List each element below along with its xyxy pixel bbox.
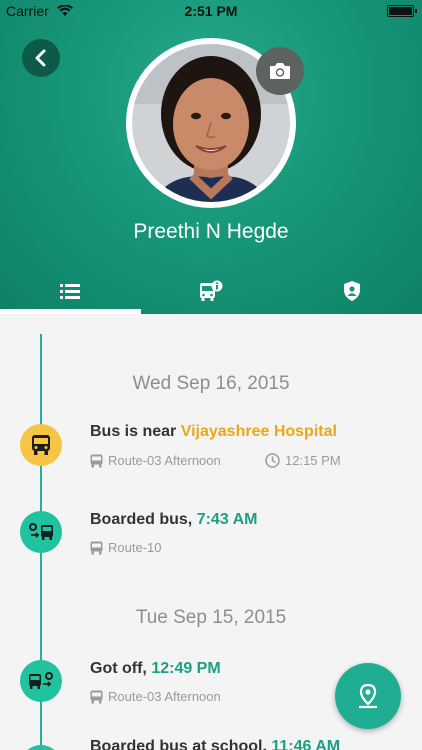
event-route: Route-10 [90,540,161,555]
bus-near-node [20,424,62,466]
event-route: Route-03 Afternoon [90,689,221,704]
event-text: Boarded bus, [90,511,197,528]
clock-icon [265,453,280,468]
tab-bus-info[interactable] [141,268,281,314]
event-route: Route-03 Afternoon [90,453,221,468]
status-bar: Carrier 2:51 PM [0,0,422,22]
got-off-node [20,660,62,702]
event-title: Got off, 12:49 PM [90,660,221,678]
bus-icon [32,435,50,455]
bus-small-icon [90,690,103,703]
bus-small-icon [90,541,103,554]
camera-icon [270,63,290,79]
shield-user-icon [344,281,360,301]
tab-bar [0,268,422,314]
event-title: Boarded bus at school, 11:46 AM [90,738,340,750]
time-label: 12:15 PM [285,453,341,468]
back-button[interactable] [22,39,60,77]
boarded-node [20,511,62,553]
profile-name: Preethi N Hegde [133,220,289,243]
event-time-highlight: 12:49 PM [151,660,221,677]
boarded-school-node [20,745,62,750]
alight-bus-icon [29,672,53,689]
date-header: Tue Sep 15, 2015 [135,607,287,628]
list-icon [60,284,80,299]
clock-label: 2:51 PM [184,3,238,19]
event-title: Boarded bus, 7:43 AM [90,511,257,529]
event-time: 12:15 PM [265,453,341,468]
tab-safety[interactable] [282,268,422,314]
location-pin-icon [359,683,377,709]
chevron-left-icon [35,49,46,67]
event-title: Bus is near Vijayashree Hospital [90,423,337,441]
date-header: Wed Sep 16, 2015 [132,373,290,394]
route-label: Route-03 Afternoon [108,689,221,704]
event-time-highlight: 7:43 AM [196,511,258,528]
tab-timeline[interactable] [0,268,140,314]
bus-info-icon [200,280,223,301]
event-location: Vijayashree Hospital [180,423,337,440]
board-bus-icon [29,523,53,540]
tab-indicator [0,309,141,314]
battery-icon [387,5,417,17]
change-photo-button[interactable] [256,47,304,95]
event-text: Got off, [90,660,152,677]
event-text: Boarded bus at school, [90,738,272,750]
bus-small-icon [90,454,103,467]
event-time-highlight: 11:46 AM [271,738,341,750]
event-text: Bus is near [90,423,181,440]
route-label: Route-03 Afternoon [108,453,221,468]
track-location-button[interactable] [335,663,401,729]
profile-header: Carrier 2:51 PM Preethi N Hegde [0,0,422,314]
route-label: Route-10 [108,540,162,555]
